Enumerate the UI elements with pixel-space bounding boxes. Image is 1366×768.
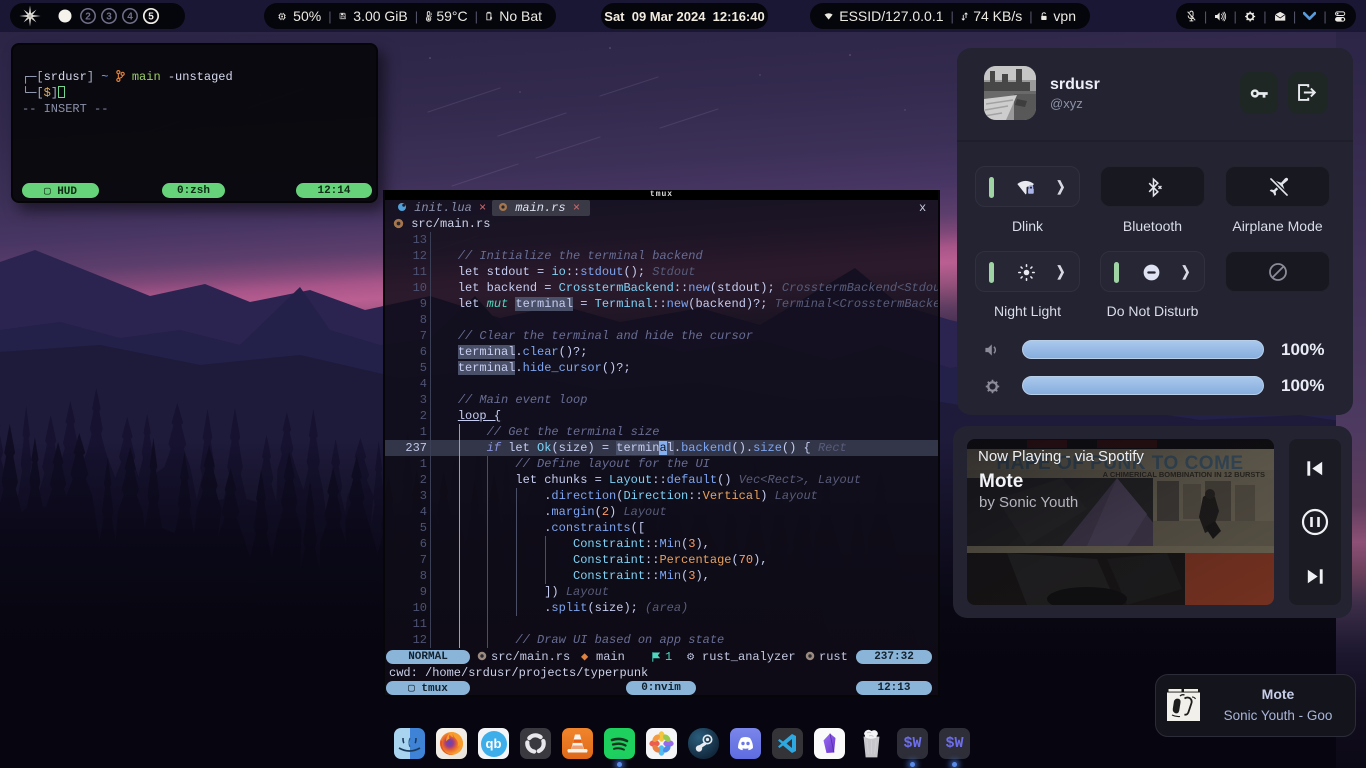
svg-text:4: 4 xyxy=(127,12,133,23)
svg-text:2: 2 xyxy=(85,12,91,23)
svg-text:3: 3 xyxy=(106,12,112,23)
svg-text:5: 5 xyxy=(148,12,154,23)
